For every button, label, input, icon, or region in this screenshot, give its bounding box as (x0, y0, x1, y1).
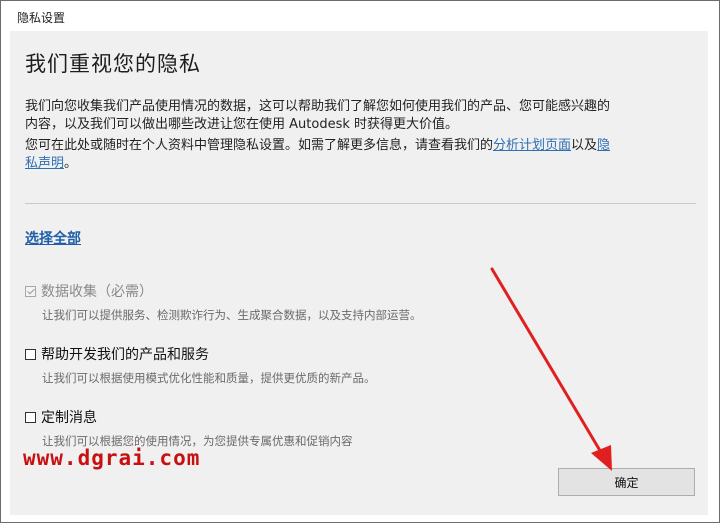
custom-messages-checkbox[interactable] (25, 411, 36, 423)
option-custom-messages: 定制消息 让我们可以根据您的使用情况，为您提供专属优惠和促销内容 (25, 407, 353, 449)
option-data-collection: 数据收集（必需） 让我们可以提供服务、检测欺诈行为、生成聚合数据，以及支持内部运… (25, 281, 422, 323)
privacy-statement-link-part2[interactable]: 私声明 (25, 156, 64, 171)
manage-and-text: 以及 (571, 138, 598, 153)
data-collection-description: 让我们可以提供服务、检测欺诈行为、生成聚合数据，以及支持内部运营。 (42, 308, 422, 322)
select-all-link[interactable]: 选择全部 (25, 228, 81, 248)
dialog-content: 我们重视您的隐私 我们向您收集我们产品使用情况的数据，这可以帮助我们了解您如何使… (10, 31, 708, 515)
intro-line-1: 我们向您收集我们产品使用情况的数据，这可以帮助我们了解您如何使用我们的产品、您可… (25, 99, 611, 114)
privacy-settings-window: 隐私设置 我们重视您的隐私 我们向您收集我们产品使用情况的数据，这可以帮助我们了… (0, 0, 720, 523)
custom-messages-label[interactable]: 定制消息 (41, 407, 97, 427)
watermark: www.dgrai.com (23, 446, 201, 470)
data-collection-checkbox (25, 285, 36, 297)
privacy-statement-link-part1[interactable]: 隐 (597, 138, 610, 153)
analytics-plan-link[interactable]: 分析计划页面 (493, 138, 571, 153)
data-collection-label: 数据收集（必需） (41, 284, 153, 300)
page-title: 我们重视您的隐私 (25, 52, 201, 76)
title-bar: 隐私设置 (1, 1, 719, 31)
divider (25, 203, 696, 204)
window-title: 隐私设置 (17, 11, 66, 25)
product-development-label[interactable]: 帮助开发我们的产品和服务 (41, 344, 209, 364)
ok-button[interactable]: 确定 (558, 468, 695, 496)
product-development-description: 让我们可以根据使用模式优化性能和质量，提供更优质的新产品。 (42, 371, 376, 385)
manage-text: 您可在此处或随时在个人资料中管理隐私设置。如需了解更多信息，请查看我们的 (25, 138, 494, 153)
product-development-checkbox[interactable] (25, 348, 36, 360)
manage-paragraph: 您可在此处或随时在个人资料中管理隐私设置。如需了解更多信息，请查看我们的分析计划… (25, 137, 695, 173)
option-product-development: 帮助开发我们的产品和服务 让我们可以根据使用模式优化性能和质量，提供更优质的新产… (25, 344, 376, 386)
intro-paragraph: 我们向您收集我们产品使用情况的数据，这可以帮助我们了解您如何使用我们的产品、您可… (25, 98, 695, 134)
intro-line-2: 内容，以及我们可以做出哪些改进让您在使用 Autodesk 时获得更大价值。 (25, 117, 458, 132)
manage-period: 。 (64, 156, 78, 171)
